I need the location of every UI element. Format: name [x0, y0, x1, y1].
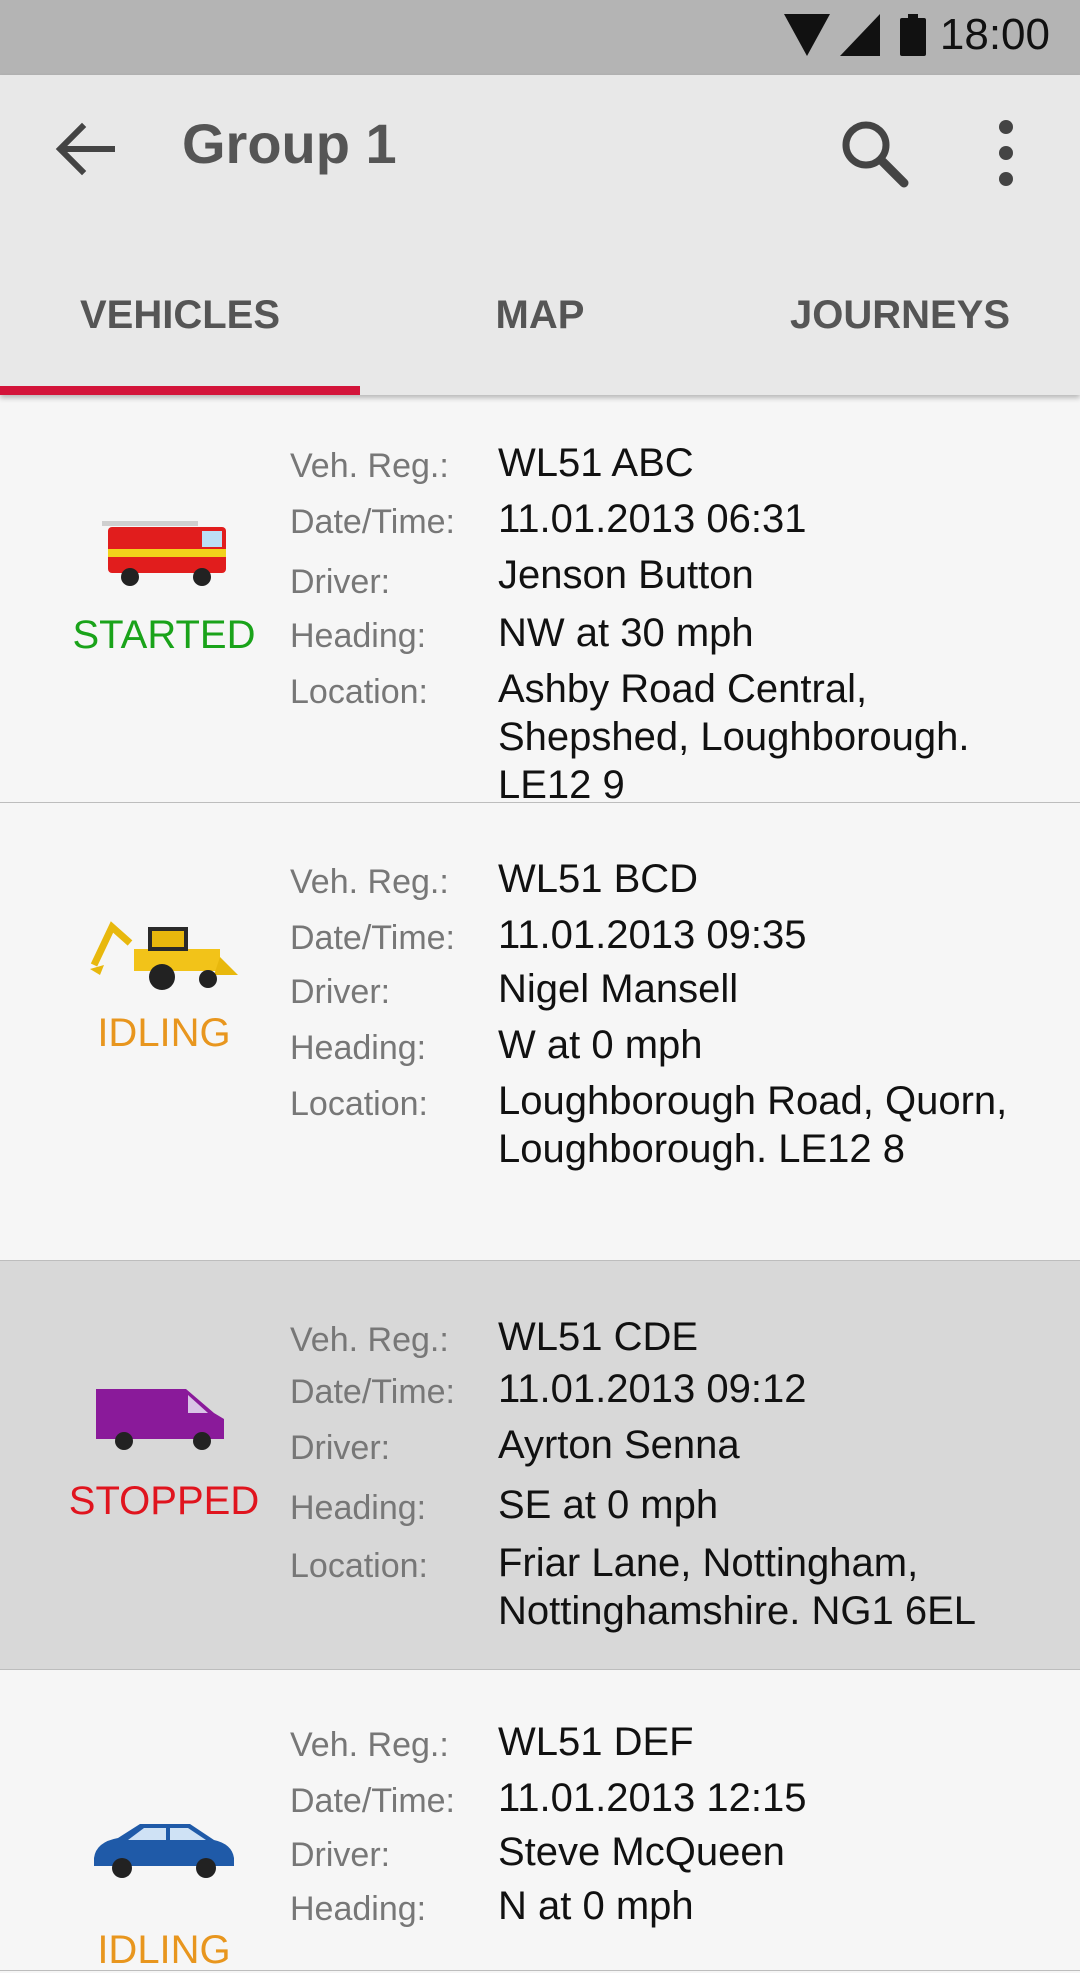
tab-journeys[interactable]: JOURNEYS	[720, 293, 1080, 338]
datetime-value: 11.01.2013 09:35	[498, 913, 807, 957]
driver-label: Driver:	[290, 973, 391, 1011]
status-badge: STARTED	[72, 613, 256, 657]
battery-icon	[900, 14, 926, 56]
status-badge: IDLING	[97, 1011, 231, 1055]
location-label: Location:	[290, 673, 428, 711]
reg-value: WL51 CDE	[498, 1315, 699, 1359]
driver-value: Nigel Mansell	[498, 967, 739, 1011]
heading-label: Heading:	[290, 1029, 427, 1067]
reg-value: WL51 BCD	[498, 857, 699, 901]
van-icon	[96, 1389, 224, 1450]
heading-label: Heading:	[290, 1489, 427, 1527]
datetime-value: 11.01.2013 09:12	[498, 1367, 807, 1411]
heading-value: N at 0 mph	[498, 1884, 694, 1928]
reg-value: WL51 DEF	[498, 1720, 694, 1764]
reg-label: Veh. Reg.:	[290, 1321, 449, 1359]
driver-value: Jenson Button	[498, 553, 754, 597]
datetime-label: Date/Time:	[290, 1782, 456, 1820]
vehicle-card[interactable]: STOPPED Veh. Reg.: WL51 CDE Date/Time: 1…	[0, 1261, 1080, 1670]
vehicle-card[interactable]: IDLING Veh. Reg.: WL51 DEF Date/Time: 11…	[0, 1670, 1080, 1972]
car-icon	[94, 1824, 234, 1878]
datetime-label: Date/Time:	[290, 503, 456, 541]
location-value: Friar Lane, Nottingham, Nottinghamshire.…	[498, 1541, 977, 1633]
driver-value: Ayrton Senna	[498, 1423, 740, 1467]
tab-map[interactable]: MAP	[360, 293, 720, 338]
driver-value: Steve McQueen	[498, 1830, 785, 1874]
clock: 18:00	[939, 10, 1050, 59]
driver-label: Driver:	[290, 1429, 391, 1467]
reg-label: Veh. Reg.:	[290, 863, 449, 901]
location-value: Ashby Road Central, Shepshed, Loughborou…	[498, 667, 970, 807]
search-icon[interactable]	[838, 117, 910, 189]
reg-label: Veh. Reg.:	[290, 447, 449, 485]
heading-label: Heading:	[290, 617, 427, 655]
vehicle-card[interactable]: IDLING Veh. Reg.: WL51 BCD Date/Time: 11…	[0, 803, 1080, 1261]
reg-value: WL51 ABC	[498, 441, 694, 485]
datetime-value: 11.01.2013 12:15	[498, 1776, 807, 1820]
backhoe-loader-icon	[90, 921, 238, 990]
vehicle-card[interactable]: STARTED Veh. Reg.: WL51 ABC Date/Time: 1…	[0, 395, 1080, 807]
location-value: Loughborough Road, Quorn, Loughborough. …	[498, 1079, 1008, 1171]
wifi-icon	[784, 14, 830, 56]
more-options-icon[interactable]	[976, 117, 1036, 189]
back-arrow-icon[interactable]	[52, 117, 116, 181]
status-bar: 18:00	[0, 0, 1080, 75]
heading-value: W at 0 mph	[498, 1023, 703, 1067]
heading-value: SE at 0 mph	[498, 1483, 719, 1527]
tab-vehicles[interactable]: VEHICLES	[0, 293, 360, 338]
location-label: Location:	[290, 1547, 428, 1585]
app-bar: Group 1 VEHICLES MAP JOURNEYS	[0, 75, 1080, 395]
cell-signal-icon	[840, 14, 880, 56]
fire-engine-icon	[102, 521, 226, 586]
driver-label: Driver:	[290, 1836, 391, 1874]
datetime-label: Date/Time:	[290, 919, 456, 957]
vehicle-list: STARTED Veh. Reg.: WL51 ABC Date/Time: 1…	[0, 395, 1080, 1972]
status-badge: STOPPED	[68, 1479, 260, 1523]
status-badge: IDLING	[97, 1928, 231, 1972]
tab-indicator	[0, 386, 360, 395]
driver-label: Driver:	[290, 563, 391, 601]
heading-value: NW at 30 mph	[498, 611, 754, 655]
datetime-value: 11.01.2013 06:31	[498, 497, 807, 541]
reg-label: Veh. Reg.:	[290, 1726, 449, 1764]
datetime-label: Date/Time:	[290, 1373, 456, 1411]
page-title: Group 1	[182, 112, 397, 175]
location-label: Location:	[290, 1085, 428, 1123]
heading-label: Heading:	[290, 1890, 427, 1928]
